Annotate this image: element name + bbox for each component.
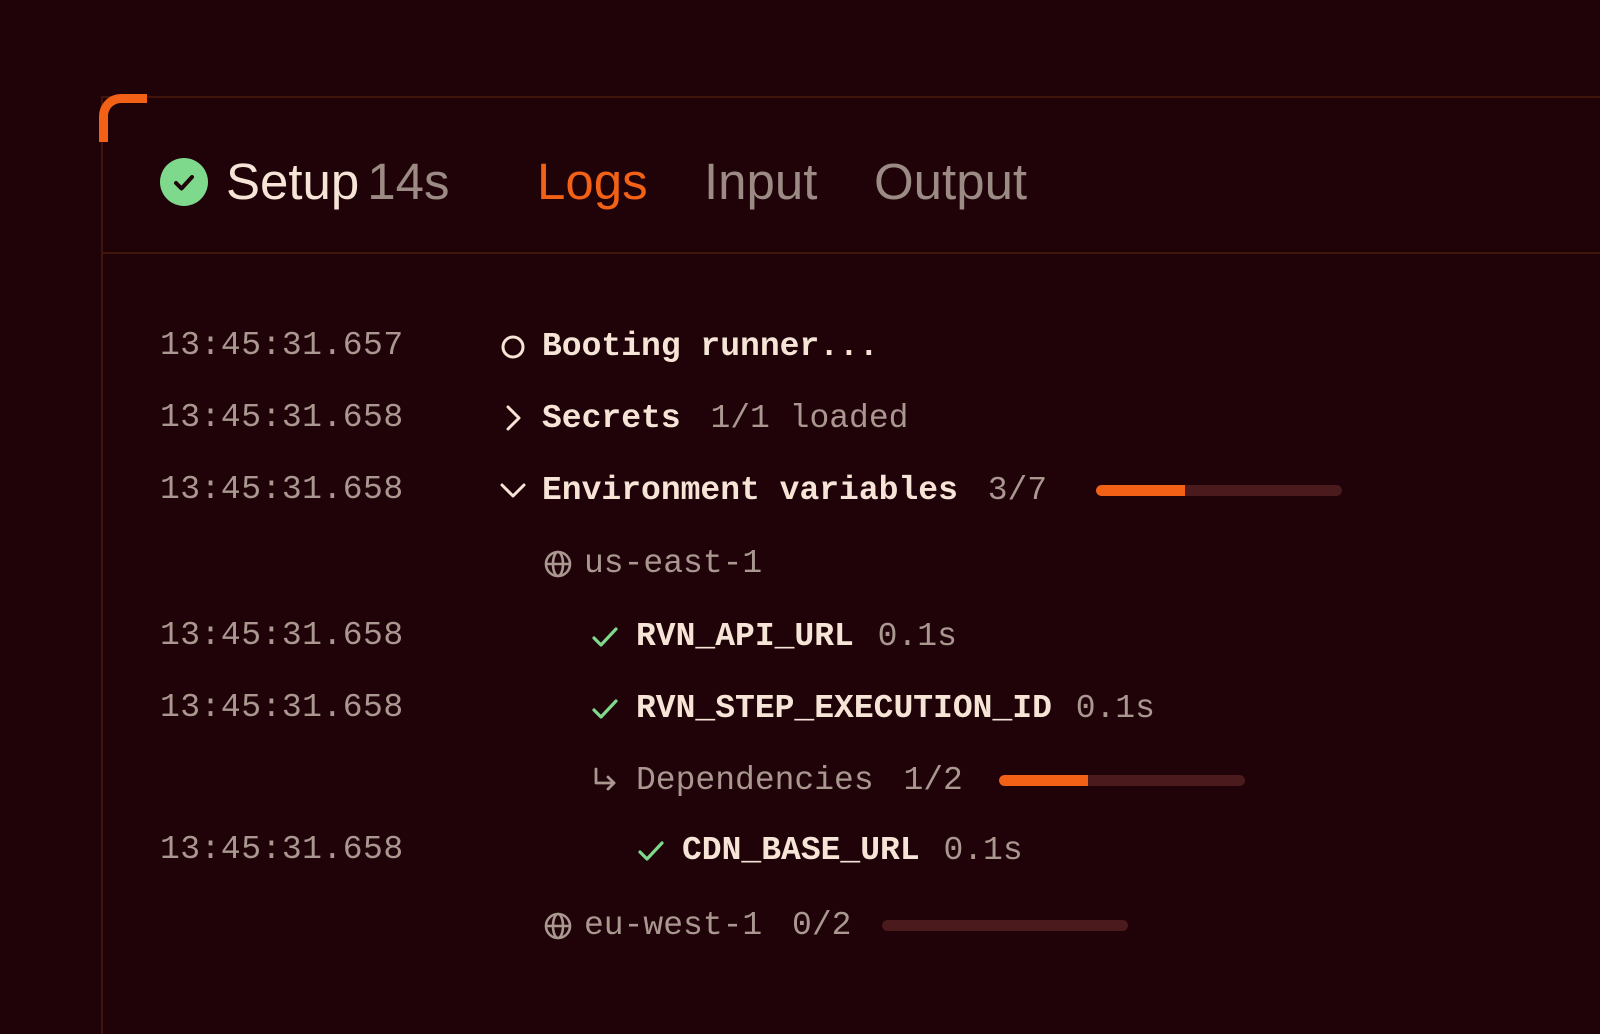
tab-output[interactable]: Output <box>874 152 1027 212</box>
log-label: Dependencies <box>636 762 874 799</box>
chevron-right-icon[interactable] <box>498 403 528 433</box>
check-icon <box>592 627 618 647</box>
log-timestamp: 13:45:31.658 <box>160 831 404 868</box>
tab-logs[interactable]: Logs <box>537 152 648 212</box>
log-timestamp: 13:45:31.658 <box>160 399 404 436</box>
log-detail: 0.1s <box>943 832 1023 869</box>
log-detail: 1/2 <box>903 762 963 799</box>
log-detail: 3/7 <box>987 472 1048 509</box>
log-line-dependencies: Dependencies 1/2 <box>636 761 963 801</box>
check-icon <box>592 699 618 719</box>
success-check-icon <box>160 158 208 206</box>
region-label: us-east-1 <box>584 545 763 582</box>
progress-fill <box>1096 485 1185 496</box>
step-duration: 14s <box>367 153 450 210</box>
log-label: Environment variables <box>542 472 958 509</box>
log-label: CDN_BASE_URL <box>682 832 920 869</box>
log-label: Secrets <box>542 400 681 437</box>
log-label: Booting runner... <box>542 328 879 365</box>
log-line: CDN_BASE_URL 0.1s <box>682 831 1023 871</box>
log-detail: 0.1s <box>877 618 957 655</box>
log-line-region: us-east-1 <box>584 544 762 584</box>
circle-icon <box>501 335 525 359</box>
log-line-env-vars[interactable]: Environment variables 3/7 <box>542 471 1047 511</box>
step-name: Setup <box>226 153 360 210</box>
progress-bar <box>999 775 1245 786</box>
log-detail: 1/1 loaded <box>710 400 909 437</box>
log-line: RVN_API_URL 0.1s <box>636 617 957 657</box>
log-label: RVN_STEP_EXECUTION_ID <box>636 690 1052 727</box>
log-timestamp: 13:45:31.657 <box>160 327 404 364</box>
globe-icon <box>544 550 572 578</box>
chevron-down-icon[interactable] <box>498 476 528 506</box>
log-line: RVN_STEP_EXECUTION_ID 0.1s <box>636 689 1155 729</box>
globe-icon <box>544 912 572 940</box>
check-icon <box>638 841 664 861</box>
log-label: RVN_API_URL <box>636 618 854 655</box>
return-arrow-icon <box>594 767 616 791</box>
progress-fill <box>999 775 1088 786</box>
log-detail: 0/2 <box>792 907 852 944</box>
progress-bar <box>882 920 1128 931</box>
log-line-secrets[interactable]: Secrets 1/1 loaded <box>542 399 908 439</box>
log-line: Booting runner... <box>542 327 879 367</box>
step-title: Setup 14s <box>226 152 450 212</box>
tab-input[interactable]: Input <box>704 152 817 212</box>
log-timestamp: 13:45:31.658 <box>160 471 404 508</box>
region-label: eu-west-1 <box>584 907 763 944</box>
progress-bar <box>1096 485 1342 496</box>
log-timestamp: 13:45:31.658 <box>160 617 404 654</box>
log-timestamp: 13:45:31.658 <box>160 689 404 726</box>
log-line-region: eu-west-1 0/2 <box>584 906 851 946</box>
log-detail: 0.1s <box>1075 690 1155 727</box>
